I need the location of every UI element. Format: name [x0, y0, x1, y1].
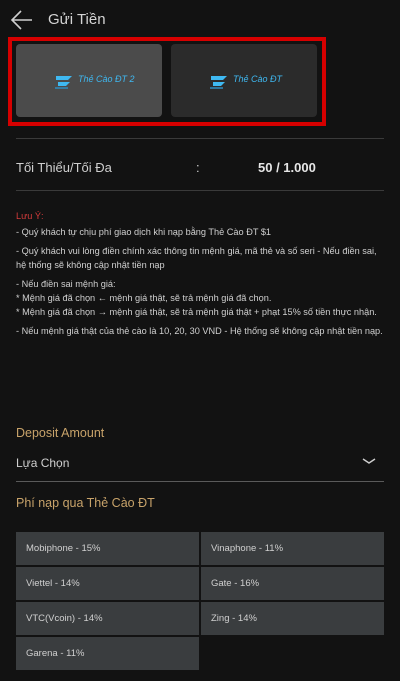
deposit-amount-value: Lựa Chọn [16, 456, 70, 470]
notice-line: - Nếu mệnh giá thật của thẻ cào là 10, 2… [16, 326, 383, 336]
notice-heading: Lưu Ý: [16, 211, 44, 221]
divider [16, 190, 384, 191]
fee-item: Gate - 16% [201, 567, 384, 600]
notice-line: - Nếu điền sai mệnh giá: [16, 279, 116, 289]
fee-section-label: Phí nạp qua Thẻ Cào ĐT [16, 496, 155, 510]
fee-item: Mobiphone - 15% [16, 532, 199, 565]
fee-item: Vinaphone - 11% [201, 532, 384, 565]
deposit-amount-select[interactable]: Lựa Chọn [16, 452, 384, 482]
phone-card-icon [55, 75, 72, 89]
fee-item: Garena - 11% [16, 637, 199, 670]
notice-line: - Quý khách tự chịu phí giao dịch khi nạ… [16, 227, 272, 237]
phone-card-logo: Thẻ Cào ĐT [209, 72, 283, 90]
limits-label: Tối Thiểu/Tối Đa [16, 160, 112, 175]
notice-line: - Quý khách vui lòng điền chính xác thôn… [16, 246, 377, 270]
tab-the-cao-dt-2[interactable]: Thẻ Cào ĐT 2 [16, 44, 162, 117]
arrow-left-icon[interactable] [10, 8, 34, 32]
limits-separator: : [196, 160, 200, 175]
fee-item: Viettel - 14% [16, 567, 199, 600]
page-title: Gửi Tiền [48, 11, 106, 28]
notice-box: Lưu Ý: - Quý khách tự chịu phí giao dịch… [16, 209, 384, 343]
tab-the-cao-dt[interactable]: Thẻ Cào ĐT [171, 44, 317, 117]
tab-label: Thẻ Cào ĐT 2 [78, 73, 135, 84]
deposit-amount-label: Deposit Amount [16, 426, 105, 440]
fee-item: VTC(Vcoin) - 14% [16, 602, 199, 635]
limits-value: 50 / 1.000 [258, 160, 316, 175]
header: Gửi Tiền [0, 0, 400, 40]
phone-card-icon [210, 75, 227, 89]
notice-line: * Mệnh giá đã chọn ← mệnh giá thật, sẽ t… [16, 293, 272, 303]
chevron-down-icon [362, 458, 376, 464]
notice-line: * Mệnh giá đã chọn → mệnh giá thật, sẽ t… [16, 307, 377, 317]
fee-item: Zing - 14% [201, 602, 384, 635]
phone-card-logo: Thẻ Cào ĐT 2 [54, 72, 135, 90]
tab-label: Thẻ Cào ĐT [233, 73, 283, 84]
fee-table: Mobiphone - 15% Vinaphone - 11% Viettel … [16, 532, 384, 670]
divider [16, 138, 384, 139]
